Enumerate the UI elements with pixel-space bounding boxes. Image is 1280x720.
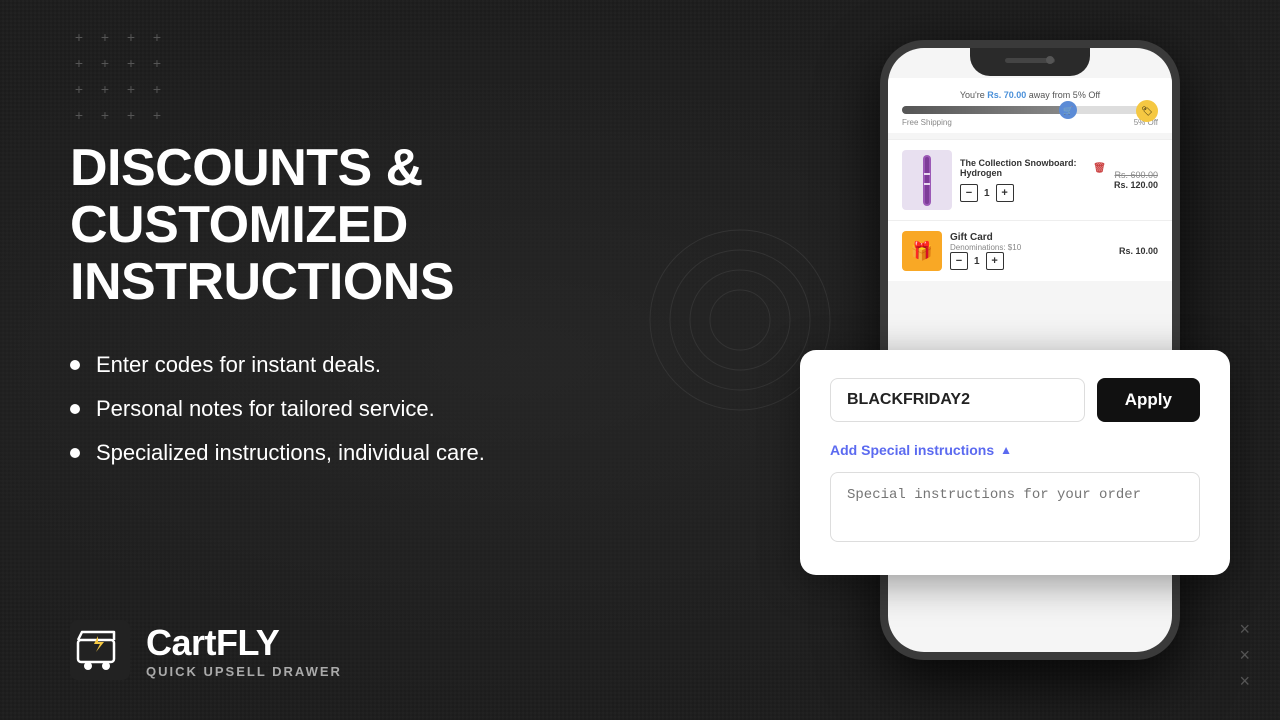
left-content: DISCOUNTS & CUSTOMIZED INSTRUCTIONS Ente… xyxy=(70,140,690,466)
gift-card-name: Gift Card xyxy=(950,232,1111,243)
logo-area: CartFLY QUICK UPSELL DRAWER xyxy=(70,620,342,680)
floating-panel: Apply Add Special instructions ▲ xyxy=(800,350,1230,575)
logo-brand-name: CartFLY xyxy=(146,622,342,664)
bullet-dot xyxy=(70,404,80,414)
apply-button[interactable]: Apply xyxy=(1097,378,1200,422)
snowboard-details: The Collection Snowboard: Hydrogen 🗑 − 1… xyxy=(960,158,1106,202)
progress-labels: Free Shipping 5% Off xyxy=(902,118,1158,127)
cart-item-1: The Collection Snowboard: Hydrogen 🗑 − 1… xyxy=(888,139,1172,220)
x-mark-3: × xyxy=(1239,672,1250,690)
gift-card-denomination: Denominations: $10 xyxy=(950,243,1111,252)
x-mark-1: × xyxy=(1239,620,1250,638)
gift-card-price: Rs. 10.00 xyxy=(1119,246,1158,256)
original-price: Rs. 600.00 xyxy=(1114,170,1158,180)
snowboard-name: The Collection Snowboard: Hydrogen 🗑 xyxy=(960,158,1106,178)
gift-qty-value: 1 xyxy=(974,256,980,267)
gift-qty: − 1 + xyxy=(950,252,1111,270)
special-instructions-textarea[interactable] xyxy=(830,472,1200,542)
bullet-item-1: Enter codes for instant deals. xyxy=(70,352,690,378)
phone-notch xyxy=(970,48,1090,76)
snowboard-price: Rs. 600.00 Rs. 120.00 xyxy=(1114,170,1158,190)
gift-qty-increase-btn[interactable]: + xyxy=(986,252,1004,270)
bullet-text-3: Specialized instructions, individual car… xyxy=(96,440,485,466)
gift-price: Rs. 10.00 xyxy=(1119,246,1158,256)
special-instructions-label: Add Special instructions xyxy=(830,442,994,458)
gift-card-item: 🎁 Gift Card Denominations: $10 − 1 + Rs.… xyxy=(888,220,1172,281)
qty-increase-btn[interactable]: + xyxy=(996,184,1014,202)
phone-camera xyxy=(1046,56,1054,64)
bullet-dot xyxy=(70,448,80,458)
qty-value: 1 xyxy=(984,188,990,199)
sale-price: Rs. 120.00 xyxy=(1114,180,1158,190)
progress-amount: Rs. 70.00 xyxy=(987,90,1026,100)
progress-badge: 🏷 xyxy=(1136,100,1158,122)
logo-text: CartFLY QUICK UPSELL DRAWER xyxy=(146,622,342,679)
cartfly-logo-icon xyxy=(70,620,130,680)
logo-tagline-text: QUICK UPSELL DRAWER xyxy=(146,664,342,679)
snowboard-qty: − 1 + xyxy=(960,184,1106,202)
bullet-dot xyxy=(70,360,80,370)
snowboard-thumbnail xyxy=(902,150,952,210)
gift-card-thumbnail: 🎁 xyxy=(902,231,942,271)
progress-fill xyxy=(902,106,1068,114)
chevron-up-icon: ▲ xyxy=(1000,443,1012,457)
bullet-text-2: Personal notes for tailored service. xyxy=(96,396,435,422)
special-instructions-toggle[interactable]: Add Special instructions ▲ xyxy=(830,442,1200,458)
delete-snowboard-icon: 🗑 xyxy=(1093,163,1106,174)
main-title: DISCOUNTS & CUSTOMIZED INSTRUCTIONS xyxy=(70,140,690,312)
progress-label-left: Free Shipping xyxy=(902,118,952,127)
coupon-input[interactable] xyxy=(830,378,1085,422)
progress-text: You're Rs. 70.00 away from 5% Off xyxy=(902,90,1158,100)
progress-thumb: 🛒 xyxy=(1059,101,1077,119)
progress-track: 🛒 🏷 xyxy=(902,106,1158,114)
progress-section: You're Rs. 70.00 away from 5% Off 🛒 🏷 Fr… xyxy=(888,78,1172,133)
bullet-item-2: Personal notes for tailored service. xyxy=(70,396,690,422)
bullet-item-3: Specialized instructions, individual car… xyxy=(70,440,690,466)
x-mark-2: × xyxy=(1239,646,1250,664)
plus-grid-decoration: ++++ ++++ ++++ ++++ xyxy=(70,28,166,124)
qty-decrease-btn[interactable]: − xyxy=(960,184,978,202)
feature-list: Enter codes for instant deals. Personal … xyxy=(70,352,690,466)
gift-qty-decrease-btn[interactable]: − xyxy=(950,252,968,270)
gift-card-details: Gift Card Denominations: $10 − 1 + xyxy=(950,232,1111,270)
x-marks-decoration: × × × xyxy=(1239,620,1250,690)
coupon-row: Apply xyxy=(830,378,1200,422)
bullet-text-1: Enter codes for instant deals. xyxy=(96,352,381,378)
